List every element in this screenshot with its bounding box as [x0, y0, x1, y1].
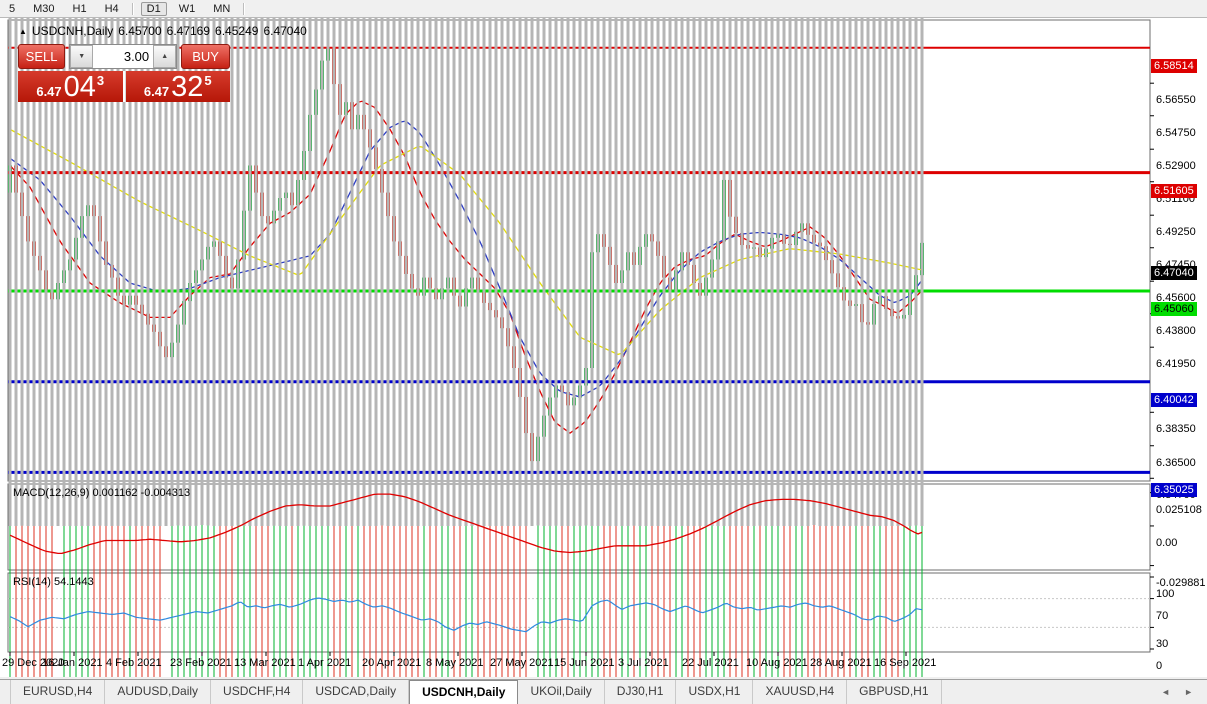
- chart-canvas[interactable]: [0, 18, 1207, 677]
- macd-scale-label: -0.029881: [1156, 577, 1206, 589]
- timeframe-toolbar: 5 M30 H1 H4 D1 W1 MN: [0, 0, 1207, 18]
- timeframe-w1[interactable]: W1: [173, 2, 202, 16]
- volume-increase-button[interactable]: ▲: [153, 45, 176, 68]
- mt4-window: { "toolbar": {"timeframes": ["5", "M30",…: [0, 0, 1207, 703]
- price-level-tag: 6.58514: [1151, 59, 1197, 73]
- collapse-triangle-icon[interactable]: ▲: [19, 27, 27, 36]
- price-axis-tick: 6.56550: [1156, 94, 1196, 106]
- price-axis-tick: 6.54750: [1156, 127, 1196, 139]
- price-axis-tick: 6.38350: [1156, 423, 1196, 435]
- price-axis-tick: 6.41950: [1156, 358, 1196, 370]
- date-axis-label: 13 Mar 2021: [234, 657, 296, 669]
- timeframe-h4[interactable]: H4: [99, 2, 125, 16]
- buy-price-big: 32: [171, 74, 203, 100]
- date-axis-label: 15 Jun 2021: [554, 657, 615, 669]
- date-axis-label: 20 Apr 2021: [362, 657, 421, 669]
- date-axis-label: 10 Aug 2021: [746, 657, 808, 669]
- toolbar-separator: [132, 3, 134, 15]
- rsi-scale-label: 70: [1156, 610, 1168, 622]
- volume-input[interactable]: [93, 45, 153, 68]
- one-click-trade-panel: SELL ▼ ▲ BUY 6.47043 6.47325: [18, 44, 230, 104]
- rsi-scale-label: 30: [1156, 638, 1168, 650]
- tab-dj30-h1[interactable]: DJ30,H1: [605, 680, 677, 704]
- price-axis-tick: 6.43800: [1156, 325, 1196, 337]
- price-level-tag: 6.40042: [1151, 393, 1197, 407]
- buy-price-pip: 5: [204, 73, 211, 88]
- tab-xauusd-h4[interactable]: XAUUSD,H4: [753, 680, 847, 704]
- sell-price-display[interactable]: 6.47043: [18, 71, 125, 102]
- price-axis-tick: 6.36500: [1156, 457, 1196, 469]
- price-level-tag: 6.51605: [1151, 184, 1197, 198]
- tab-usdcad-daily[interactable]: USDCAD,Daily: [303, 680, 409, 704]
- tab-audusd-daily[interactable]: AUDUSD,Daily: [105, 680, 211, 704]
- buy-button[interactable]: BUY: [181, 44, 230, 69]
- symbol-tab-bar: EURUSD,H4 AUDUSD,Daily USDCHF,H4 USDCAD,…: [0, 679, 1207, 704]
- quote-low: 6.45249: [215, 24, 258, 38]
- price-axis-tick: 6.52900: [1156, 160, 1196, 172]
- timeframe-mn[interactable]: MN: [207, 2, 236, 16]
- arrow-up-icon: ▲: [161, 53, 168, 60]
- timeframe-m5[interactable]: 5: [3, 2, 21, 16]
- macd-scale-label: 0.025108: [1156, 504, 1202, 516]
- sell-price-big: 04: [64, 74, 96, 100]
- timeframe-d1[interactable]: D1: [141, 2, 167, 16]
- quote-high: 6.47169: [167, 24, 210, 38]
- tab-eurusd-h4[interactable]: EURUSD,H4: [10, 680, 105, 704]
- macd-indicator-label: MACD(12,26,9) 0.001162 -0.004313: [13, 487, 190, 499]
- price-axis-tick: 6.49250: [1156, 226, 1196, 238]
- buy-price-prefix: 6.47: [144, 83, 169, 100]
- quote-symbol: USDCNH,Daily: [32, 24, 113, 38]
- date-axis-label: 27 May 2021: [490, 657, 554, 669]
- tab-ukoil-daily[interactable]: UKOil,Daily: [518, 680, 604, 704]
- sell-price-pip: 3: [97, 73, 104, 88]
- date-axis-label: 4 Feb 2021: [106, 657, 162, 669]
- sell-price-prefix: 6.47: [36, 83, 61, 100]
- timeframe-m30[interactable]: M30: [27, 2, 60, 16]
- tab-gbpusd-h1[interactable]: GBPUSD,H1: [847, 680, 941, 704]
- quote-line: ▲ USDCNH,Daily 6.45700 6.47169 6.45249 6.4704…: [19, 24, 312, 38]
- timeframe-h1[interactable]: H1: [67, 2, 93, 16]
- sell-button[interactable]: SELL: [18, 44, 65, 69]
- price-level-tag: 6.45060: [1151, 302, 1197, 316]
- date-axis-label: 16 Sep 2021: [874, 657, 936, 669]
- quote-open: 6.45700: [118, 24, 161, 38]
- price-level-tag: 6.35025: [1151, 483, 1197, 497]
- tab-usdcnh-daily[interactable]: USDCNH,Daily: [409, 680, 518, 704]
- tab-usdx-h1[interactable]: USDX,H1: [676, 680, 753, 704]
- rsi-indicator-label: RSI(14) 54.1443: [13, 576, 94, 588]
- date-axis-label: 16 Jan 2021: [42, 657, 103, 669]
- date-axis-label: 28 Aug 2021: [810, 657, 872, 669]
- volume-decrease-button[interactable]: ▼: [70, 45, 93, 68]
- arrow-down-icon: ▼: [78, 53, 85, 60]
- date-axis-label: 23 Feb 2021: [170, 657, 232, 669]
- date-axis-label: 8 May 2021: [426, 657, 483, 669]
- tab-scroll-right-icon[interactable]: ►: [1184, 687, 1193, 697]
- date-axis-label: 3 Jul 2021: [618, 657, 669, 669]
- date-axis-label: 1 Apr 2021: [298, 657, 351, 669]
- buy-price-display[interactable]: 6.47325: [126, 71, 231, 102]
- macd-scale-label: 0.00: [1156, 537, 1177, 549]
- current-price-tag: 6.47040: [1151, 266, 1197, 280]
- tab-scroll-left-icon[interactable]: ◄: [1161, 687, 1170, 697]
- quote-close: 6.47040: [263, 24, 306, 38]
- toolbar-separator: [243, 3, 245, 15]
- volume-stepper: ▼ ▲: [69, 44, 177, 69]
- chart-window: ▲USDCNH,Daily6.457006.471696.452496.4704…: [0, 18, 1207, 677]
- rsi-scale-label: 0: [1156, 660, 1162, 672]
- date-axis-label: 22 Jul 2021: [682, 657, 739, 669]
- tab-scroll-arrows: ◄ ►: [1161, 680, 1207, 704]
- tab-usdchf-h4[interactable]: USDCHF,H4: [211, 680, 303, 704]
- rsi-scale-label: 100: [1156, 588, 1174, 600]
